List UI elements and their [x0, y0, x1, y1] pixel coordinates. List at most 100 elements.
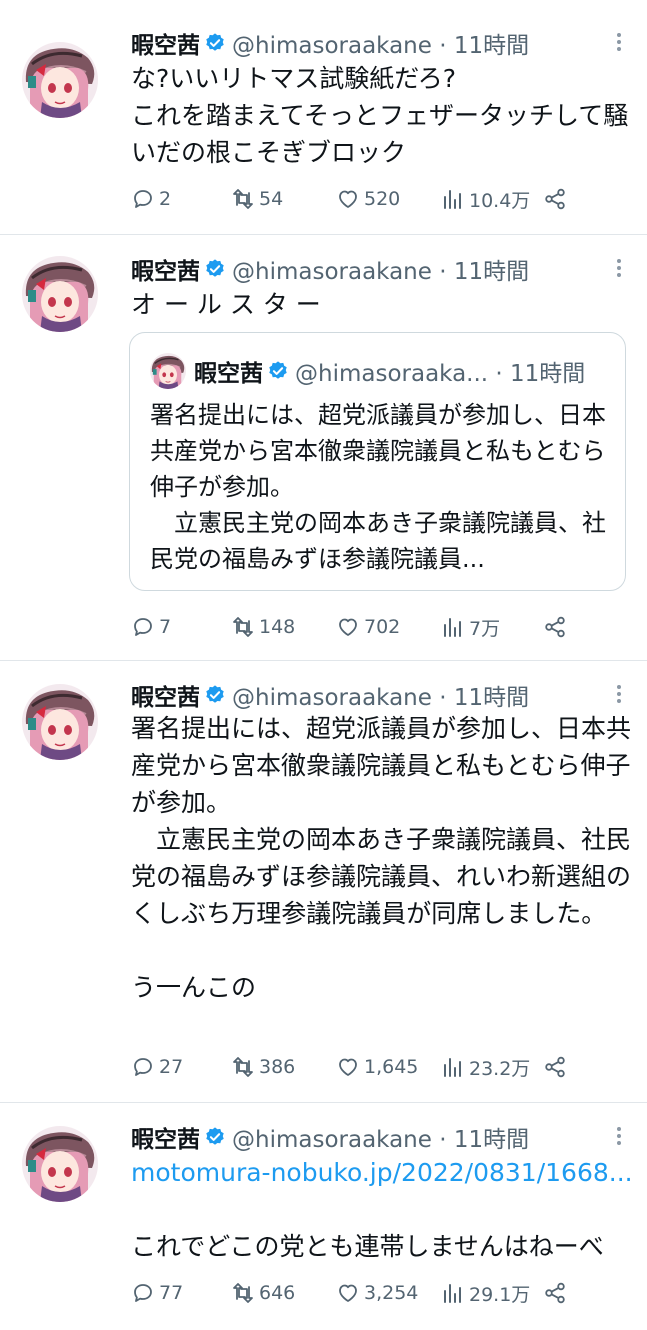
tweet-header: 暇空茜 @himasoraakane · 11時間 — [131, 1120, 529, 1154]
share-button[interactable] — [543, 612, 571, 642]
heart-icon — [336, 1281, 360, 1305]
retweet-icon — [231, 1281, 255, 1305]
share-button[interactable] — [543, 1278, 571, 1308]
view-count: 29.1万 — [469, 1283, 531, 1306]
tweet-text: オ ー ル ス タ ー — [131, 290, 321, 319]
view-count: 23.2万 — [469, 1057, 531, 1080]
display-name[interactable]: 暇空茜 — [131, 26, 200, 60]
views-button[interactable]: 10.4万 — [441, 184, 530, 214]
reply-count: 77 — [159, 1282, 184, 1304]
reply-count: 27 — [159, 1056, 184, 1078]
tweet[interactable]: 暇空茜 @himasoraakane · 11時間 motomura-nobuk… — [0, 1102, 647, 1330]
retweet-button[interactable]: 148 — [231, 612, 295, 642]
views-button[interactable]: 7万 — [441, 612, 500, 642]
like-count: 3,254 — [364, 1282, 419, 1304]
tweet-header: 暇空茜 @himasoraakane · 11時間 — [131, 678, 529, 712]
tweet[interactable]: 暇空茜 @himasoraakane · 11時間 オ ー ル ス タ ー 暇空… — [0, 234, 647, 661]
more-options-icon[interactable] — [617, 30, 623, 54]
more-options-icon[interactable] — [617, 1124, 623, 1148]
avatar[interactable] — [22, 42, 98, 118]
like-button[interactable]: 1,645 — [336, 1052, 418, 1082]
avatar[interactable] — [22, 256, 98, 332]
tweet[interactable]: 暇空茜 @himasoraakane · 11時間 署名提出には、超党派議員が参… — [0, 660, 647, 1103]
heart-icon — [336, 1055, 360, 1079]
verified-badge-icon — [204, 684, 226, 706]
views-icon — [441, 615, 465, 639]
quoted-avatar — [150, 353, 186, 389]
share-icon — [543, 615, 567, 639]
avatar[interactable] — [22, 1126, 98, 1202]
view-count: 10.4万 — [469, 189, 531, 212]
handle-and-time[interactable]: @himasoraakane · 11時間 — [232, 678, 529, 712]
tweet[interactable]: 暇空茜 @himasoraakane · 11時間 な?いいリトマス試験紙だろ?… — [0, 0, 647, 235]
share-button[interactable] — [543, 184, 571, 214]
reply-icon — [131, 1055, 155, 1079]
verified-badge-icon — [204, 258, 226, 280]
display-name[interactable]: 暇空茜 — [131, 252, 200, 286]
quoted-text: 署名提出には、超党派議員が参加し、日本共産党から宮本徹衆議院議員と私もとむら伸子… — [150, 401, 606, 573]
reply-icon — [131, 187, 155, 211]
reply-button[interactable]: 77 — [131, 1278, 183, 1308]
views-icon — [441, 187, 465, 211]
retweet-count: 386 — [259, 1056, 296, 1078]
share-icon — [543, 187, 567, 211]
heart-icon — [336, 615, 360, 639]
retweet-icon — [231, 615, 255, 639]
like-button[interactable]: 520 — [336, 184, 400, 214]
share-button[interactable] — [543, 1052, 571, 1082]
quoted-header: 暇空茜 @himasoraaka... · 11時間 — [194, 353, 585, 389]
tweet-actions: 77 646 3,254 29.1万 — [131, 1278, 581, 1308]
reply-button[interactable]: 7 — [131, 612, 171, 642]
retweet-count: 646 — [259, 1282, 296, 1304]
tweet-header: 暇空茜 @himasoraakane · 11時間 — [131, 26, 529, 60]
handle-and-time[interactable]: @himasoraakane · 11時間 — [232, 1120, 529, 1154]
retweet-icon — [231, 187, 255, 211]
views-button[interactable]: 23.2万 — [441, 1052, 530, 1082]
retweet-count: 54 — [259, 188, 284, 210]
retweet-button[interactable]: 54 — [231, 184, 283, 214]
like-count: 520 — [364, 188, 401, 210]
more-options-icon[interactable] — [617, 682, 623, 706]
reply-icon — [131, 615, 155, 639]
quoted-handle-and-time: @himasoraaka... · 11時間 — [295, 361, 586, 387]
avatar[interactable] — [22, 684, 98, 760]
share-icon — [543, 1055, 567, 1079]
like-button[interactable]: 3,254 — [336, 1278, 418, 1308]
handle-and-time[interactable]: @himasoraakane · 11時間 — [232, 252, 529, 286]
share-icon — [543, 1281, 567, 1305]
reply-button[interactable]: 2 — [131, 184, 171, 214]
more-options-icon[interactable] — [617, 256, 623, 280]
tweet-text: 署名提出には、超党派議員が参加し、日本共産党から宮本徹衆議院議員と私もとむら伸子… — [131, 714, 632, 1002]
reply-count: 2 — [159, 188, 172, 210]
like-count: 702 — [364, 616, 401, 638]
like-button[interactable]: 702 — [336, 612, 400, 642]
view-count: 7万 — [469, 617, 501, 640]
handle-and-time[interactable]: @himasoraakane · 11時間 — [232, 26, 529, 60]
verified-badge-icon — [204, 32, 226, 54]
tweet-actions: 27 386 1,645 23.2万 — [131, 1052, 581, 1082]
tweet-link[interactable]: motomura-nobuko.jp/2022/0831/1668... — [131, 1154, 633, 1191]
views-icon — [441, 1055, 465, 1079]
retweet-count: 148 — [259, 616, 296, 638]
display-name[interactable]: 暇空茜 — [131, 1120, 200, 1154]
verified-badge-icon — [204, 1126, 226, 1148]
quoted-tweet[interactable]: 暇空茜 @himasoraaka... · 11時間 署名提出には、超党派議員が… — [129, 332, 626, 591]
reply-icon — [131, 1281, 155, 1305]
quoted-display-name: 暇空茜 — [194, 361, 263, 387]
heart-icon — [336, 187, 360, 211]
retweet-button[interactable]: 646 — [231, 1278, 295, 1308]
tweet-text: な?いいリトマス試験紙だろ? これを踏まえてそっとフェザータッチして騒いだの根こ… — [131, 64, 629, 167]
views-button[interactable]: 29.1万 — [441, 1278, 530, 1308]
tweet-actions: 2 54 520 10.4万 — [131, 184, 581, 214]
tweet-text: これでどこの党とも連帯しませんはねーべ — [131, 1232, 604, 1261]
like-count: 1,645 — [364, 1056, 419, 1078]
retweet-button[interactable]: 386 — [231, 1052, 295, 1082]
views-icon — [441, 1281, 465, 1305]
tweet-header: 暇空茜 @himasoraakane · 11時間 — [131, 252, 529, 286]
reply-button[interactable]: 27 — [131, 1052, 183, 1082]
tweet-actions: 7 148 702 7万 — [131, 612, 581, 642]
verified-badge-icon — [267, 360, 289, 382]
display-name[interactable]: 暇空茜 — [131, 678, 200, 712]
reply-count: 7 — [159, 616, 172, 638]
retweet-icon — [231, 1055, 255, 1079]
